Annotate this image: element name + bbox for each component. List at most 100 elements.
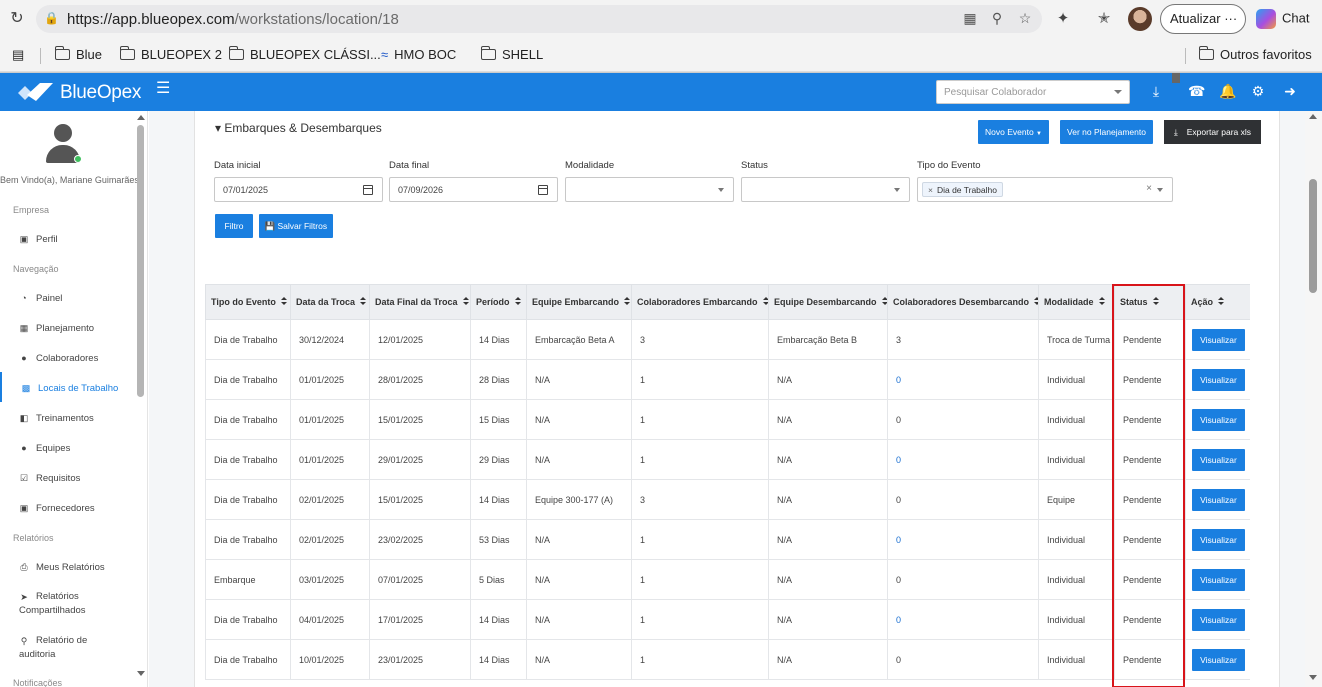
sort-icon[interactable]	[462, 297, 469, 306]
column-header-acao[interactable]: Ação	[1185, 284, 1250, 320]
download-icon[interactable]: ⤓	[1148, 83, 1164, 99]
sort-icon[interactable]	[514, 297, 521, 306]
sort-icon[interactable]	[881, 297, 887, 306]
bookmark-blue[interactable]: Blue	[54, 46, 102, 62]
bookmark-hmo-boc[interactable]: ≈ HMO BOC	[381, 47, 456, 62]
scroll-up-icon[interactable]	[137, 115, 145, 120]
sidebar-item-requisitos[interactable]: ☑ Requisitos	[0, 462, 135, 492]
view-button[interactable]: Visualizar	[1192, 408, 1245, 431]
sort-icon[interactable]	[624, 297, 631, 306]
scroll-down-icon[interactable]	[1309, 675, 1317, 680]
extensions-icon[interactable]: ✦	[1052, 8, 1074, 30]
sort-icon[interactable]	[762, 297, 768, 306]
star-icon[interactable]: ☆	[1016, 10, 1034, 28]
event-type-tag[interactable]: × Dia de Trabalho	[922, 182, 1003, 197]
section-title[interactable]: ▾ Embarques & Desembarques	[215, 121, 382, 135]
view-button[interactable]: Visualizar	[1192, 648, 1245, 671]
sidebar-scroll-thumb[interactable]	[137, 125, 144, 397]
tab-actions-icon[interactable]: ▤	[12, 47, 24, 63]
search-collaborator-input[interactable]: Pesquisar Colaborador	[936, 80, 1130, 104]
table-row[interactable]: Dia de Trabalho 01/01/2025 15/01/2025 15 Di…	[205, 399, 1250, 440]
update-button[interactable]: Atualizar ···	[1160, 4, 1246, 34]
sidebar-item-meus-relatorios[interactable]: ⎙ Meus Relatórios	[0, 551, 135, 581]
calendar-icon[interactable]	[538, 185, 548, 195]
save-filters-button[interactable]: 💾 Salvar Filtros	[259, 214, 333, 238]
apps-icon[interactable]: ▦	[961, 10, 979, 28]
bookmark-blueopex-classic[interactable]: BLUEOPEX CLÁSSI...	[228, 46, 381, 62]
view-button[interactable]: Visualizar	[1192, 608, 1245, 631]
column-header-colab-desembarcando[interactable]: Colaboradores Desembarcando	[887, 284, 1039, 320]
scroll-down-icon[interactable]	[137, 671, 145, 676]
page-scroll-thumb[interactable]	[1309, 179, 1317, 293]
scroll-up-icon[interactable]	[1309, 114, 1317, 119]
sort-icon[interactable]	[280, 297, 287, 306]
lock-icon[interactable]: 🔒	[44, 11, 59, 25]
clear-icon[interactable]: ×	[1146, 183, 1152, 194]
table-row[interactable]: Dia de Trabalho 01/01/2025 28/01/2025 28 Di…	[205, 359, 1250, 400]
remove-tag-icon[interactable]: ×	[928, 185, 933, 195]
new-event-button[interactable]: Novo Evento ▼	[978, 120, 1049, 144]
table-row[interactable]: Dia de Trabalho 30/12/2024 12/01/2025 14 Di…	[205, 319, 1250, 360]
sidebar-item-perfil[interactable]: ▣ Perfil	[0, 223, 135, 253]
view-button[interactable]: Visualizar	[1192, 568, 1245, 591]
bell-icon[interactable]: 🔔	[1219, 83, 1236, 99]
profile-avatar[interactable]	[1128, 7, 1152, 31]
column-header-tipo-evento[interactable]: Tipo do Evento	[205, 284, 291, 320]
favorites-icon[interactable]: ✭	[1093, 8, 1115, 30]
sort-icon[interactable]	[1152, 297, 1159, 306]
column-header-status[interactable]: Status	[1114, 284, 1186, 320]
table-row[interactable]: Dia de Trabalho 04/01/2025 17/01/2025 14 Di…	[205, 599, 1250, 640]
sort-icon[interactable]	[1034, 297, 1038, 306]
sidebar-item-relatorio-de-auditoria[interactable]: ⚲ Relatório de auditoria	[0, 629, 135, 660]
sidebar-item-planejamento[interactable]: ▦ Planejamento	[0, 312, 135, 342]
view-button[interactable]: Visualizar	[1192, 448, 1245, 471]
sidebar-item-equipes[interactable]: ● Equipes	[0, 432, 135, 462]
bookmark-blueopex-2[interactable]: BLUEOPEX 2	[119, 46, 222, 62]
column-header-equipe-desembarcando[interactable]: Equipe Desembarcando	[768, 284, 888, 320]
view-button[interactable]: Visualizar	[1192, 328, 1245, 351]
start-date-input[interactable]: 07/01/2025	[214, 177, 383, 202]
zoom-icon[interactable]: ⚲	[988, 10, 1006, 28]
sidebar-item-relatorios-compartilhados[interactable]: ➤ Relatórios Compartilhados	[0, 585, 135, 616]
end-date-input[interactable]: 07/09/2026	[389, 177, 558, 202]
reload-icon[interactable]: ↻	[6, 8, 28, 30]
menu-toggle-icon[interactable]: ☰	[156, 81, 170, 97]
column-header-periodo[interactable]: Período	[470, 284, 527, 320]
column-header-data-troca[interactable]: Data da Troca	[290, 284, 370, 320]
modality-select[interactable]	[565, 177, 734, 202]
address-bar[interactable]: 🔒 https://app.blueopex.com/workstations/…	[36, 5, 1042, 33]
calendar-icon[interactable]	[363, 185, 373, 195]
sidebar-item-treinamentos[interactable]: ◧ Treinamentos	[0, 402, 135, 432]
table-row[interactable]: Dia de Trabalho 02/01/2025 23/02/2025 53 Di…	[205, 519, 1250, 560]
status-select[interactable]	[741, 177, 910, 202]
copilot-chat-button[interactable]: Chat	[1256, 9, 1309, 29]
sort-icon[interactable]	[360, 297, 367, 306]
view-button[interactable]: Visualizar	[1192, 368, 1245, 391]
support-icon[interactable]: ☎	[1188, 83, 1205, 99]
view-planning-button[interactable]: Ver no Planejamento	[1060, 120, 1153, 144]
column-header-colab-embarcando[interactable]: Colaboradores Embarcando	[631, 284, 769, 320]
column-header-equipe-embarcando[interactable]: Equipe Embarcando	[526, 284, 632, 320]
view-button[interactable]: Visualizar	[1192, 488, 1245, 511]
export-xls-button[interactable]: ⤓ Exportar para xls	[1164, 120, 1261, 144]
sidebar-scrollbar[interactable]	[136, 111, 146, 687]
table-row[interactable]: Dia de Trabalho 02/01/2025 15/01/2025 14 Di…	[205, 479, 1250, 520]
filter-button[interactable]: Filtro	[215, 214, 253, 238]
sort-icon[interactable]	[1218, 297, 1225, 306]
view-button[interactable]: Visualizar	[1192, 528, 1245, 551]
table-row[interactable]: Dia de Trabalho 01/01/2025 29/01/2025 29 Di…	[205, 439, 1250, 480]
gear-icon[interactable]: ⚙	[1250, 83, 1266, 99]
bookmark-other-favorites[interactable]: Outros favoritos	[1198, 46, 1312, 62]
page-scrollbar[interactable]	[1305, 111, 1322, 687]
sidebar-item-colaboradores[interactable]: ● Colaboradores	[0, 342, 135, 372]
table-row[interactable]: Embarque 03/01/2025 07/01/2025 5 Dias N/A 1 N/…	[205, 559, 1250, 600]
table-row[interactable]: Dia de Trabalho 10/01/2025 23/01/2025 14 Di…	[205, 639, 1250, 680]
event-type-select[interactable]: × Dia de Trabalho ×	[917, 177, 1173, 202]
sidebar-item-fornecedores[interactable]: ▣ Fornecedores	[0, 492, 135, 522]
sort-icon[interactable]	[1098, 297, 1105, 306]
column-header-data-final[interactable]: Data Final da Troca	[369, 284, 471, 320]
bookmark-shell[interactable]: SHELL	[480, 46, 543, 62]
avatar[interactable]	[46, 124, 82, 164]
sidebar-item-locais-de-trabalho[interactable]: ▩ Locais de Trabalho	[0, 372, 135, 402]
column-header-modalidade[interactable]: Modalidade	[1038, 284, 1115, 320]
